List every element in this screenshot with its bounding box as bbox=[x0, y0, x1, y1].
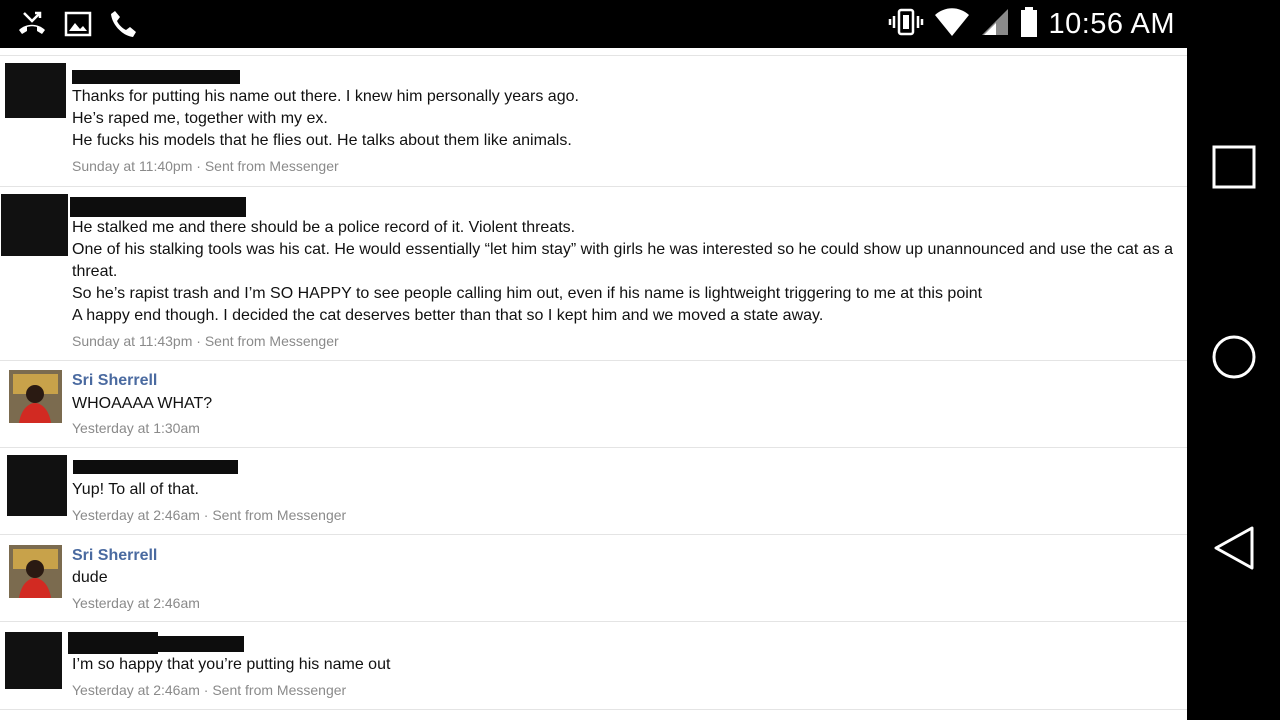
recents-button[interactable] bbox=[1211, 145, 1257, 194]
redacted-name bbox=[68, 636, 244, 652]
notification-icons bbox=[16, 8, 140, 40]
list-item: Yup! To all of that. Yesterday at 2:46am… bbox=[0, 448, 1187, 535]
message-body: I’m so happy that you’re putting his nam… bbox=[72, 654, 1182, 676]
author-name[interactable]: Sri Sherrell bbox=[72, 372, 157, 390]
back-button[interactable] bbox=[1211, 525, 1257, 576]
navigation-bar bbox=[1187, 0, 1280, 720]
timestamp[interactable]: Yesterday at 2:46am bbox=[72, 595, 200, 611]
home-button[interactable] bbox=[1211, 334, 1257, 385]
wifi-icon bbox=[934, 7, 970, 42]
comment-thread: Thanks for putting his name out there. I… bbox=[0, 48, 1187, 720]
avatar[interactable] bbox=[1, 194, 68, 256]
avatar[interactable] bbox=[9, 545, 62, 598]
timestamp[interactable]: Yesterday at 2:46am · Sent from Messenge… bbox=[72, 507, 346, 523]
message-line: He fucks his models that he flies out. H… bbox=[72, 132, 572, 149]
list-item: Thanks for putting his name out there. I… bbox=[0, 56, 1187, 187]
timestamp[interactable]: Sunday at 11:40pm · Sent from Messenger bbox=[72, 158, 339, 174]
profile-photo bbox=[9, 370, 62, 423]
redacted-name bbox=[70, 197, 246, 217]
avatar[interactable] bbox=[5, 632, 62, 689]
list-item: Sri Sherrell WHOAAAA WHAT? Yesterday at … bbox=[0, 361, 1187, 448]
missed-call-icon bbox=[16, 8, 48, 40]
home-icon bbox=[1211, 334, 1257, 385]
message-line: Yup! To all of that. bbox=[72, 481, 199, 498]
recents-icon bbox=[1212, 145, 1256, 194]
phone-icon bbox=[108, 8, 140, 40]
timestamp[interactable]: Yesterday at 1:30am bbox=[72, 420, 200, 436]
list-item: He stalked me and there should be a poli… bbox=[0, 187, 1187, 361]
message-line: Thanks for putting his name out there. I… bbox=[72, 88, 579, 105]
message-line: I’m so happy that you’re putting his nam… bbox=[72, 656, 391, 673]
timestamp[interactable]: Yesterday at 2:46am · Sent from Messenge… bbox=[72, 682, 346, 698]
redacted-name bbox=[72, 70, 240, 84]
avatar[interactable] bbox=[7, 455, 67, 516]
back-icon bbox=[1212, 525, 1256, 576]
message-body: He stalked me and there should be a poli… bbox=[72, 217, 1182, 327]
list-item: I’m so happy that you’re putting his nam… bbox=[0, 622, 1187, 710]
status-bar: 10:56 AM bbox=[0, 0, 1187, 48]
list-item: Sri Sherrell dude Yesterday at 2:46am bbox=[0, 535, 1187, 622]
avatar[interactable] bbox=[5, 63, 66, 118]
message-body: Yup! To all of that. bbox=[72, 479, 1182, 501]
message-line: He stalked me and there should be a poli… bbox=[72, 219, 576, 236]
message-body: dude bbox=[72, 567, 1182, 589]
message-line: So he’s rapist trash and I’m SO HAPPY to… bbox=[72, 285, 983, 302]
top-divider bbox=[0, 48, 1187, 56]
message-line: WHOAAAA WHAT? bbox=[72, 395, 213, 412]
message-line: A happy end though. I decided the cat de… bbox=[72, 307, 824, 324]
vibrate-icon bbox=[888, 7, 924, 42]
signal-icon bbox=[980, 7, 1010, 42]
redacted-name bbox=[73, 460, 238, 474]
message-line: One of his stalking tools was his cat. H… bbox=[72, 241, 1174, 280]
message-line: He’s raped me, together with my ex. bbox=[72, 110, 328, 127]
message-line: dude bbox=[72, 569, 108, 586]
author-name[interactable]: Sri Sherrell bbox=[72, 547, 157, 565]
clock: 10:56 AM bbox=[1048, 8, 1175, 40]
avatar[interactable] bbox=[9, 370, 62, 423]
profile-photo bbox=[9, 545, 62, 598]
system-icons: 10:56 AM bbox=[888, 6, 1175, 43]
message-body: Thanks for putting his name out there. I… bbox=[72, 86, 1182, 152]
timestamp[interactable]: Sunday at 11:43pm · Sent from Messenger bbox=[72, 333, 339, 349]
message-body: WHOAAAA WHAT? bbox=[72, 393, 1182, 415]
battery-icon bbox=[1020, 6, 1038, 43]
image-icon bbox=[62, 8, 94, 40]
